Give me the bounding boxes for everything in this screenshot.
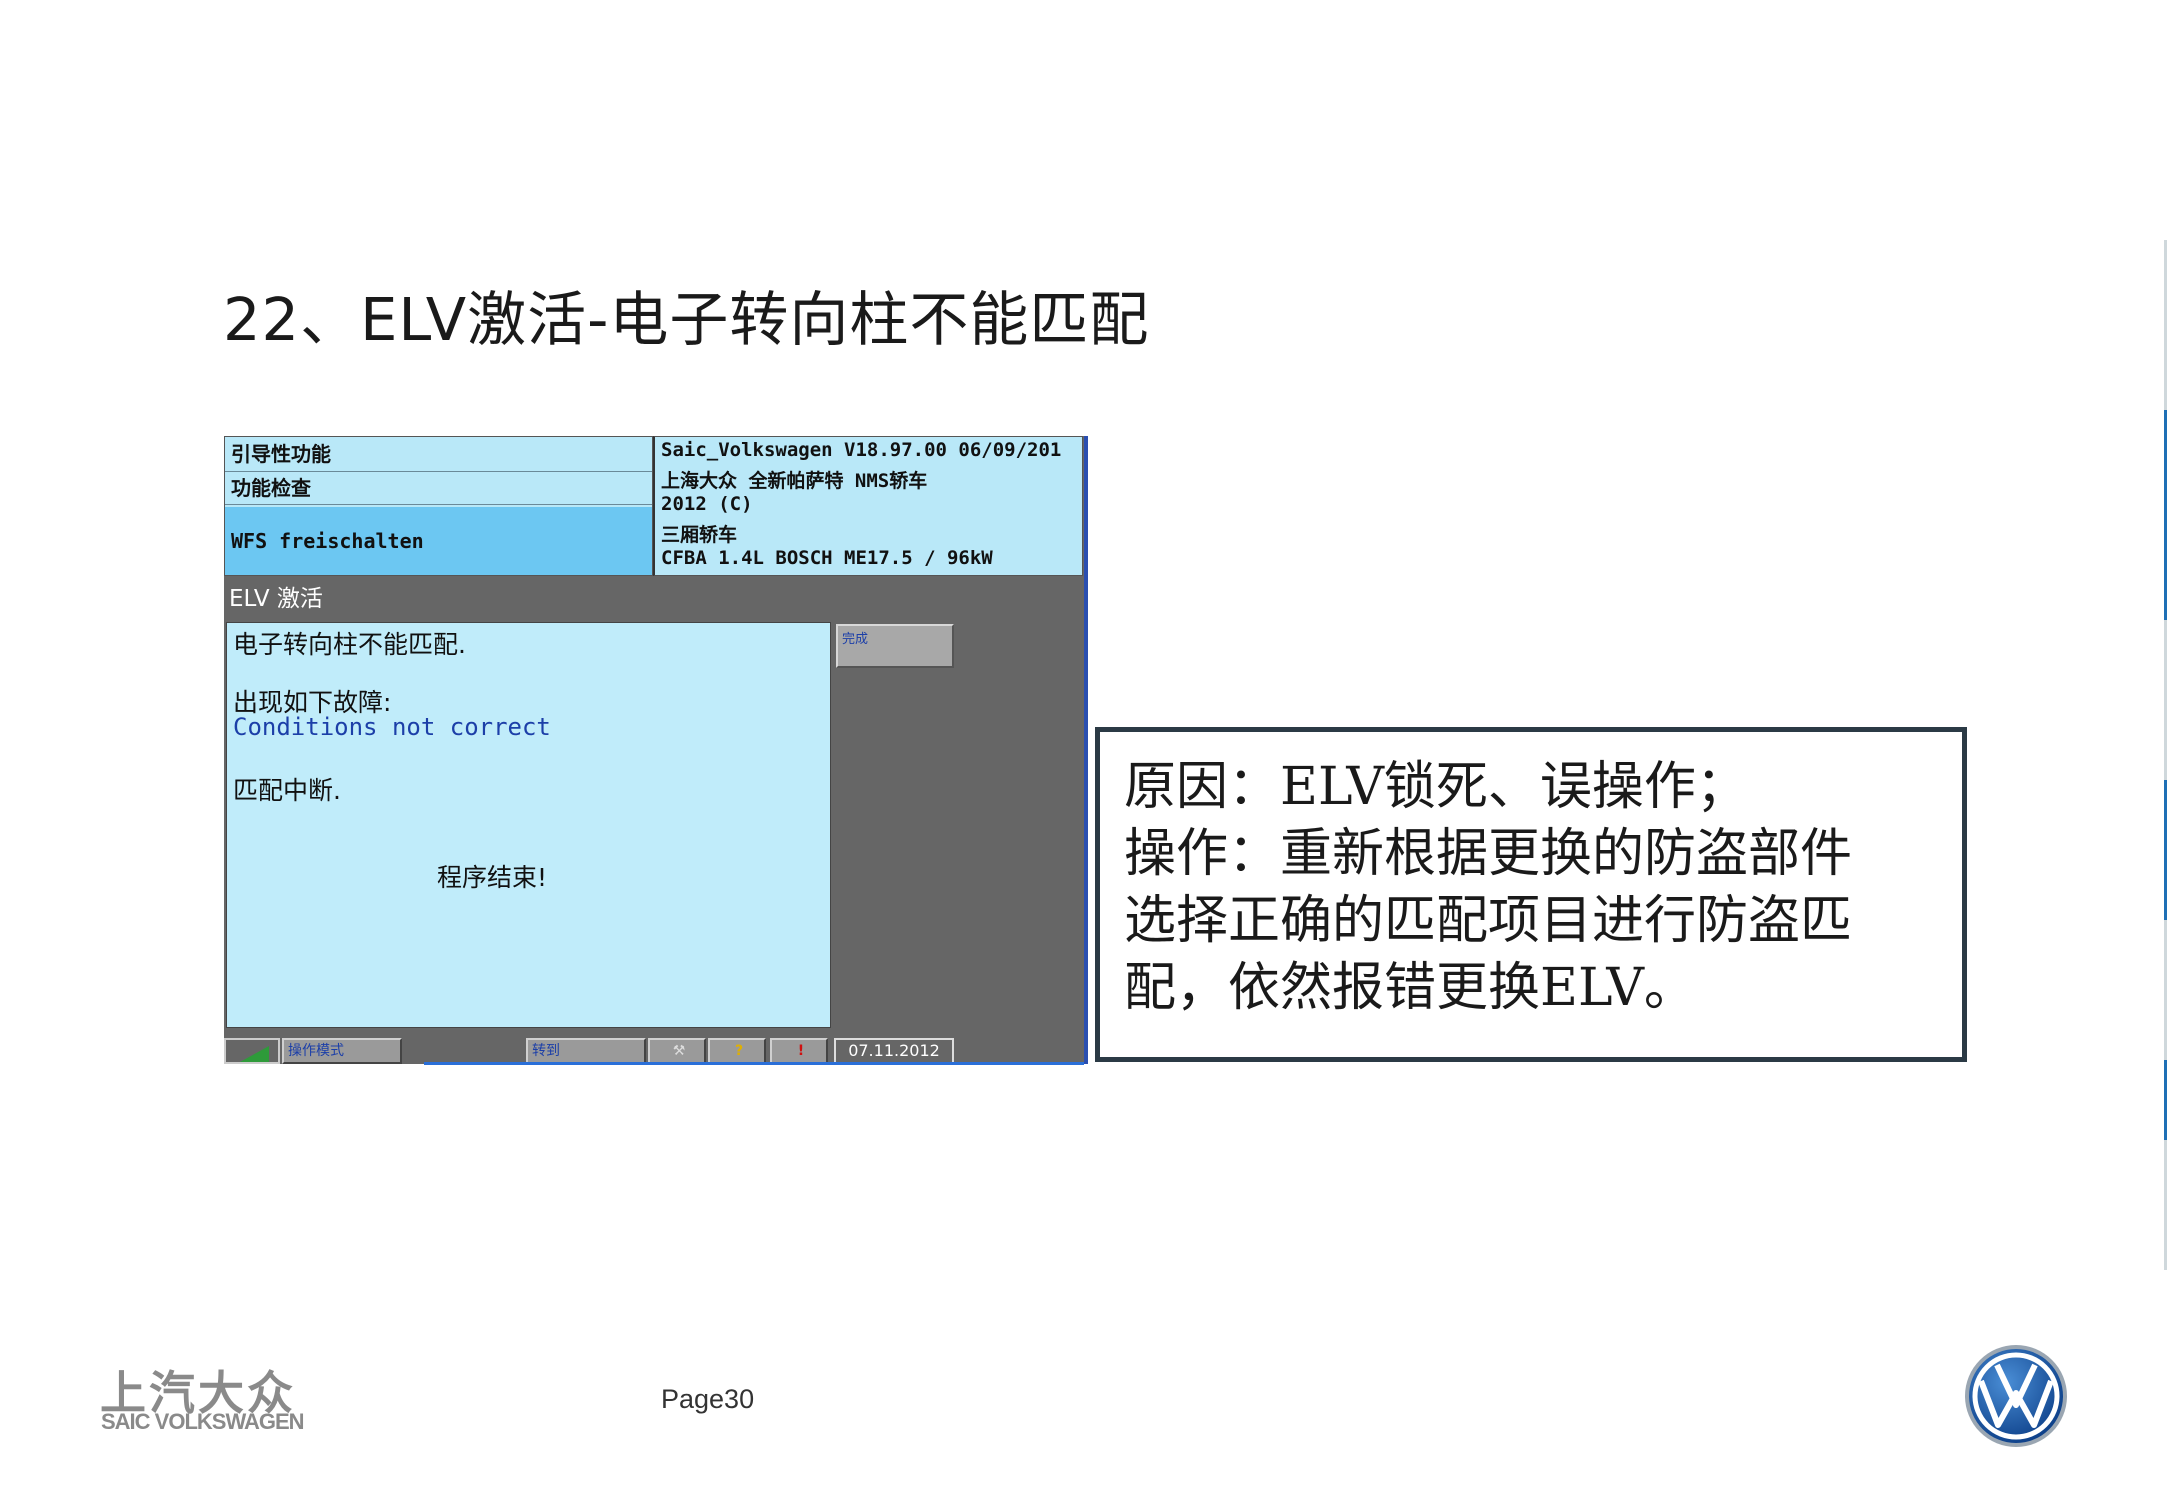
status-bar: 操作模式 转到 ⚒ ? ! 07.11.2012 [224,1034,1080,1064]
nav-item-wfs-freischalten[interactable]: WFS freischalten [225,507,652,575]
tools-button[interactable]: ⚒ [648,1038,706,1064]
warning-button[interactable]: ! [770,1038,828,1064]
program-end-text: 程序结束! [437,863,548,892]
saic-logo-en: SAIC VOLKSWAGEN [101,1409,305,1434]
message-line: 电子转向柱不能匹配. [233,630,466,659]
vw-logo-icon [1965,1345,2067,1447]
vehicle-info-line: CFBA 1.4L BOSCH ME17.5 / 96kW [661,547,993,569]
green-triangle-icon [229,1046,269,1062]
message-line: 匹配中断. [233,776,341,805]
wrench-icon: ⚒ [672,1043,686,1059]
vehicle-info-line: 2012 (C) [661,493,753,515]
message-panel: 电子转向柱不能匹配. 出现如下故障: Conditions not correc… [226,622,831,1028]
nav-item-guided-functions[interactable]: 引导性功能 [225,437,652,472]
error-text: Conditions not correct [233,713,551,741]
date-display: 07.11.2012 [834,1038,954,1064]
callout-line: 选择正确的匹配项目进行防盗匹 [1124,891,1853,951]
help-button[interactable]: ? [708,1038,766,1064]
vehicle-info-line: 三厢轿车 [661,524,738,546]
vehicle-info-line: Saic_Volkswagen V18.97.00 06/09/201 [661,439,1062,461]
operation-mode-button[interactable]: 操作模式 [282,1038,402,1064]
slide-title: 22、ELV激活-电子转向柱不能匹配 [223,285,1150,354]
done-button[interactable]: 完成 [836,624,954,668]
page-number: Page30 [661,1384,755,1414]
nav-panel: 引导性功能 功能检查 WFS freischalten [224,436,653,576]
vehicle-info-line: 上海大众 全新帕萨特 NMS轿车 [661,470,928,492]
callout-line: 配，依然报错更换ELV。 [1124,958,1696,1018]
callout-line: 操作：重新根据更换的防盗部件 [1124,824,1853,884]
vehicle-info-panel: Saic_Volkswagen V18.97.00 06/09/201 上海大众… [653,436,1083,576]
nav-item-function-check[interactable]: 功能检查 [225,472,652,505]
callout-line: 原因：ELV锁死、误操作； [1124,757,1748,817]
mode-indicator[interactable] [224,1038,280,1064]
progress-line [424,1062,1084,1065]
diagnostic-screenshot: 引导性功能 功能检查 WFS freischalten Saic_Volkswa… [224,436,1088,1065]
module-title-bar: ELV 激活 [224,580,1080,618]
explanation-callout: 原因：ELV锁死、误操作； 操作：重新根据更换的防盗部件 选择正确的匹配项目进行… [1095,727,1967,1062]
goto-button[interactable]: 转到 [526,1038,646,1064]
